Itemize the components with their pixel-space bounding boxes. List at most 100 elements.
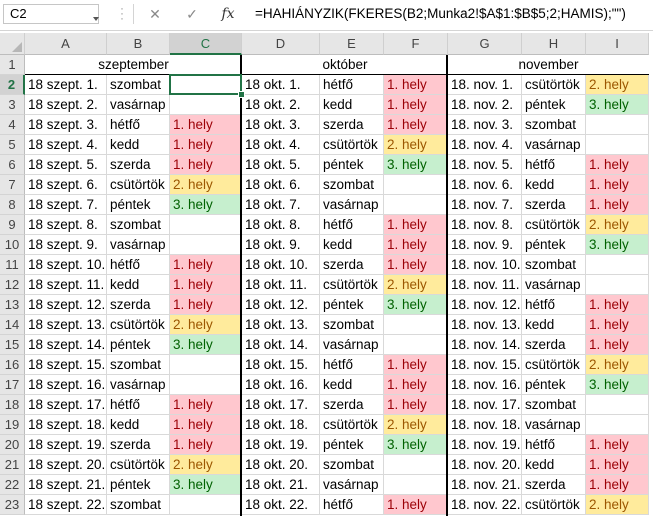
cell-d12[interactable]: 18 okt. 11. — [242, 275, 320, 295]
cell-h9[interactable]: csütörtök — [522, 215, 586, 235]
column-header-d[interactable]: D — [242, 33, 320, 55]
cell-f6[interactable]: 3. hely — [384, 155, 448, 175]
cell-f2[interactable]: 1. hely — [384, 75, 448, 95]
cell-e12[interactable]: csütörtök — [320, 275, 384, 295]
cell-i3[interactable]: 3. hely — [586, 95, 649, 115]
cell-h5[interactable]: vasárnap — [522, 135, 586, 155]
cell-h21[interactable]: kedd — [522, 455, 586, 475]
row-header-13[interactable]: 13 — [0, 295, 25, 315]
cell-b21[interactable]: csütörtök — [107, 455, 170, 475]
cell-e2[interactable]: hétfő — [320, 75, 384, 95]
cell-h10[interactable]: péntek — [522, 235, 586, 255]
cell-a19[interactable]: 18 szept. 18. — [25, 415, 107, 435]
column-header-b[interactable]: B — [107, 33, 170, 55]
cell-f7[interactable] — [384, 175, 448, 195]
cell-g5[interactable]: 18. nov. 4. — [448, 135, 522, 155]
cell-e11[interactable]: szerda — [320, 255, 384, 275]
row-header-21[interactable]: 21 — [0, 455, 25, 475]
cell-b10[interactable]: vasárnap — [107, 235, 170, 255]
insert-function-icon[interactable]: fx — [219, 5, 237, 23]
cell-b15[interactable]: péntek — [107, 335, 170, 355]
row-header-5[interactable]: 5 — [0, 135, 25, 155]
fill-handle[interactable] — [238, 91, 245, 98]
cell-f20[interactable]: 3. hely — [384, 435, 448, 455]
cell-f19[interactable]: 2. hely — [384, 415, 448, 435]
cell-d23[interactable]: 18 okt. 22. — [242, 495, 320, 515]
chevron-down-icon[interactable] — [93, 17, 99, 21]
row-header-2[interactable]: 2 — [0, 75, 25, 95]
cell-i5[interactable] — [586, 135, 649, 155]
cell-a9[interactable]: 18 szept. 8. — [25, 215, 107, 235]
cell-c20[interactable]: 1. hely — [170, 435, 242, 455]
cell-f4[interactable]: 1. hely — [384, 115, 448, 135]
cell-h11[interactable]: szombat — [522, 255, 586, 275]
cell-i7[interactable]: 1. hely — [586, 175, 649, 195]
cell-g13[interactable]: 18. nov. 12. — [448, 295, 522, 315]
cell-d4[interactable]: 18 okt. 3. — [242, 115, 320, 135]
cell-h15[interactable]: szerda — [522, 335, 586, 355]
row-header-16[interactable]: 16 — [0, 355, 25, 375]
row-header-7[interactable]: 7 — [0, 175, 25, 195]
cell-d22[interactable]: 18 okt. 21. — [242, 475, 320, 495]
cell-d16[interactable]: 18 okt. 15. — [242, 355, 320, 375]
cell-a17[interactable]: 18 szept. 16. — [25, 375, 107, 395]
cell-b8[interactable]: péntek — [107, 195, 170, 215]
cell-g18[interactable]: 18. nov. 17. — [448, 395, 522, 415]
cell-i21[interactable]: 1. hely — [586, 455, 649, 475]
formula-input[interactable]: =HAHIÁNYZIK(FKERES(B2;Munka2!$A$1:$B$5;2… — [255, 4, 626, 24]
cell-c7[interactable]: 2. hely — [170, 175, 242, 195]
cell-a3[interactable]: 18 szept. 2. — [25, 95, 107, 115]
row-header-10[interactable]: 10 — [0, 235, 25, 255]
cell-g12[interactable]: 18. nov. 11. — [448, 275, 522, 295]
cell-c10[interactable] — [170, 235, 242, 255]
cell-h19[interactable]: vasárnap — [522, 415, 586, 435]
cell-g15[interactable]: 18. nov. 14. — [448, 335, 522, 355]
cell-h23[interactable]: csütörtök — [522, 495, 586, 515]
cell-e7[interactable]: szombat — [320, 175, 384, 195]
cell-h17[interactable]: péntek — [522, 375, 586, 395]
cell-a21[interactable]: 18 szept. 20. — [25, 455, 107, 475]
cell-a18[interactable]: 18 szept. 17. — [25, 395, 107, 415]
cell-b23[interactable]: szombat — [107, 495, 170, 515]
cell-g19[interactable]: 18. nov. 18. — [448, 415, 522, 435]
cell-b3[interactable]: vasárnap — [107, 95, 170, 115]
row-header-23[interactable]: 23 — [0, 495, 25, 515]
cell-c14[interactable]: 2. hely — [170, 315, 242, 335]
cell-c17[interactable] — [170, 375, 242, 395]
cell-c5[interactable]: 1. hely — [170, 135, 242, 155]
name-box[interactable]: C2 — [3, 4, 99, 24]
row-header-19[interactable]: 19 — [0, 415, 25, 435]
month-header[interactable]: november — [448, 55, 649, 75]
cell-d17[interactable]: 18 okt. 16. — [242, 375, 320, 395]
cell-a12[interactable]: 18 szept. 11. — [25, 275, 107, 295]
cell-i11[interactable] — [586, 255, 649, 275]
cell-f5[interactable]: 2. hely — [384, 135, 448, 155]
confirm-icon[interactable]: ✓ — [183, 5, 201, 23]
cell-b12[interactable]: kedd — [107, 275, 170, 295]
cell-d18[interactable]: 18 okt. 17. — [242, 395, 320, 415]
cell-d20[interactable]: 18 okt. 19. — [242, 435, 320, 455]
cell-b14[interactable]: csütörtök — [107, 315, 170, 335]
cell-g23[interactable]: 18. nov. 22. — [448, 495, 522, 515]
cell-g4[interactable]: 18. nov. 3. — [448, 115, 522, 135]
cell-a20[interactable]: 18 szept. 19. — [25, 435, 107, 455]
cell-h12[interactable]: vasárnap — [522, 275, 586, 295]
cell-f12[interactable]: 2. hely — [384, 275, 448, 295]
row-header-1[interactable]: 1 — [0, 55, 25, 75]
month-header[interactable]: szeptember — [25, 55, 242, 75]
row-header-20[interactable]: 20 — [0, 435, 25, 455]
cell-a5[interactable]: 18 szept. 4. — [25, 135, 107, 155]
cell-i8[interactable]: 1. hely — [586, 195, 649, 215]
cell-e17[interactable]: kedd — [320, 375, 384, 395]
cell-c8[interactable]: 3. hely — [170, 195, 242, 215]
cell-c18[interactable]: 1. hely — [170, 395, 242, 415]
cell-b16[interactable]: szombat — [107, 355, 170, 375]
cell-a2[interactable]: 18 szept. 1. — [25, 75, 107, 95]
cell-i2[interactable]: 2. hely — [586, 75, 649, 95]
cell-c12[interactable]: 1. hely — [170, 275, 242, 295]
cell-d15[interactable]: 18 okt. 14. — [242, 335, 320, 355]
cell-c9[interactable] — [170, 215, 242, 235]
cell-d11[interactable]: 18 okt. 10. — [242, 255, 320, 275]
cell-g3[interactable]: 18. nov. 2. — [448, 95, 522, 115]
cell-f15[interactable] — [384, 335, 448, 355]
